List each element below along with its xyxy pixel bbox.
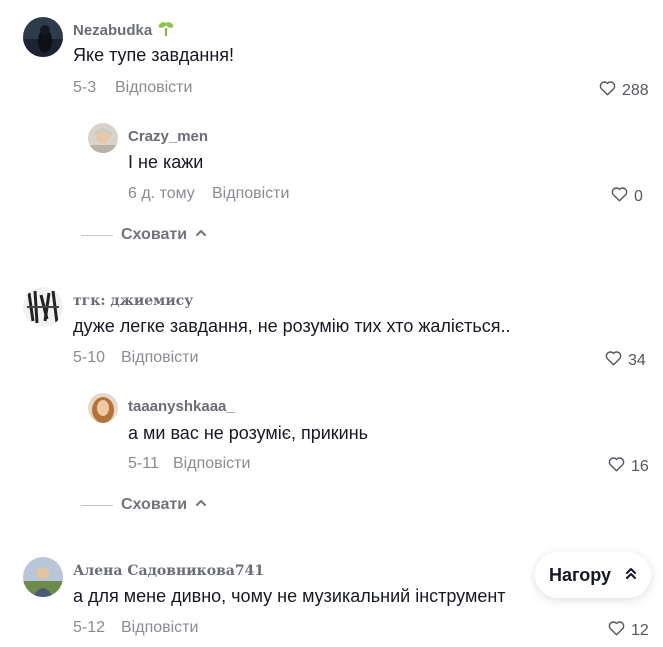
comment-date: 5-10 [73, 349, 106, 366]
comment-text: І не кажи [128, 152, 204, 172]
reply-button[interactable]: Відповісти [121, 619, 198, 637]
heart-icon [605, 350, 622, 371]
back-to-top-button[interactable]: Нагору [535, 552, 651, 598]
double-chevron-up-icon [625, 566, 637, 585]
comment-username[interactable]: Алена Садовникова741 [73, 563, 264, 579]
like-count: 12 [631, 621, 649, 639]
avatar[interactable] [23, 287, 63, 327]
like-button[interactable]: 288 [599, 80, 649, 101]
avatar[interactable] [23, 557, 63, 597]
avatar[interactable] [23, 17, 63, 57]
comment-username[interactable]: Crazy_men [128, 128, 208, 145]
comment-date: 5-12 [73, 619, 106, 636]
comment-date: 5-3 [73, 79, 97, 96]
comment-text: а для мене дивно, чому не музикальний ін… [73, 586, 506, 606]
hide-replies-button[interactable]: Сховати [81, 226, 207, 244]
avatar[interactable] [88, 393, 118, 423]
heart-icon [608, 456, 625, 477]
hide-replies-label: Сховати [121, 226, 188, 243]
comment-username[interactable]: Nezabudka [73, 20, 174, 41]
hide-replies-label: Сховати [121, 496, 188, 513]
like-button[interactable]: 12 [608, 620, 649, 641]
comment-text: дуже легке завдання, не розумію тих хто … [73, 316, 511, 336]
like-count: 16 [631, 457, 649, 475]
like-count: 0 [634, 187, 643, 205]
comment-username[interactable]: taaanyshkaaa_ [128, 398, 235, 415]
heart-icon [608, 620, 625, 641]
heart-icon [611, 186, 628, 207]
divider [81, 504, 113, 506]
seedling-icon [158, 20, 174, 41]
comment-date: 5-11 [128, 455, 159, 472]
avatar[interactable] [88, 123, 118, 153]
back-to-top-label: Нагору [548, 564, 612, 585]
reply-button[interactable]: Відповісти [173, 455, 250, 473]
comment-username[interactable]: тгк: джиемису [73, 293, 193, 309]
chevron-up-icon [187, 496, 207, 514]
heart-icon [599, 80, 616, 101]
reply-button[interactable]: Відповісти [115, 79, 192, 97]
reply-button[interactable]: Відповісти [121, 349, 198, 367]
like-button[interactable]: 16 [608, 456, 649, 477]
comment-text: а ми вас не розуміє, прикинь [128, 423, 369, 443]
chevron-up-icon [187, 226, 207, 244]
comment-text: Яке тупе завдання! [73, 45, 235, 65]
divider [81, 234, 113, 236]
like-button[interactable]: 0 [611, 186, 643, 207]
like-count: 34 [628, 351, 646, 369]
like-count: 288 [622, 81, 649, 99]
reply-button[interactable]: Відповісти [212, 185, 289, 203]
like-button[interactable]: 34 [605, 350, 646, 371]
comment-date: 6 д. тому [128, 185, 195, 202]
hide-replies-button[interactable]: Сховати [81, 496, 207, 514]
